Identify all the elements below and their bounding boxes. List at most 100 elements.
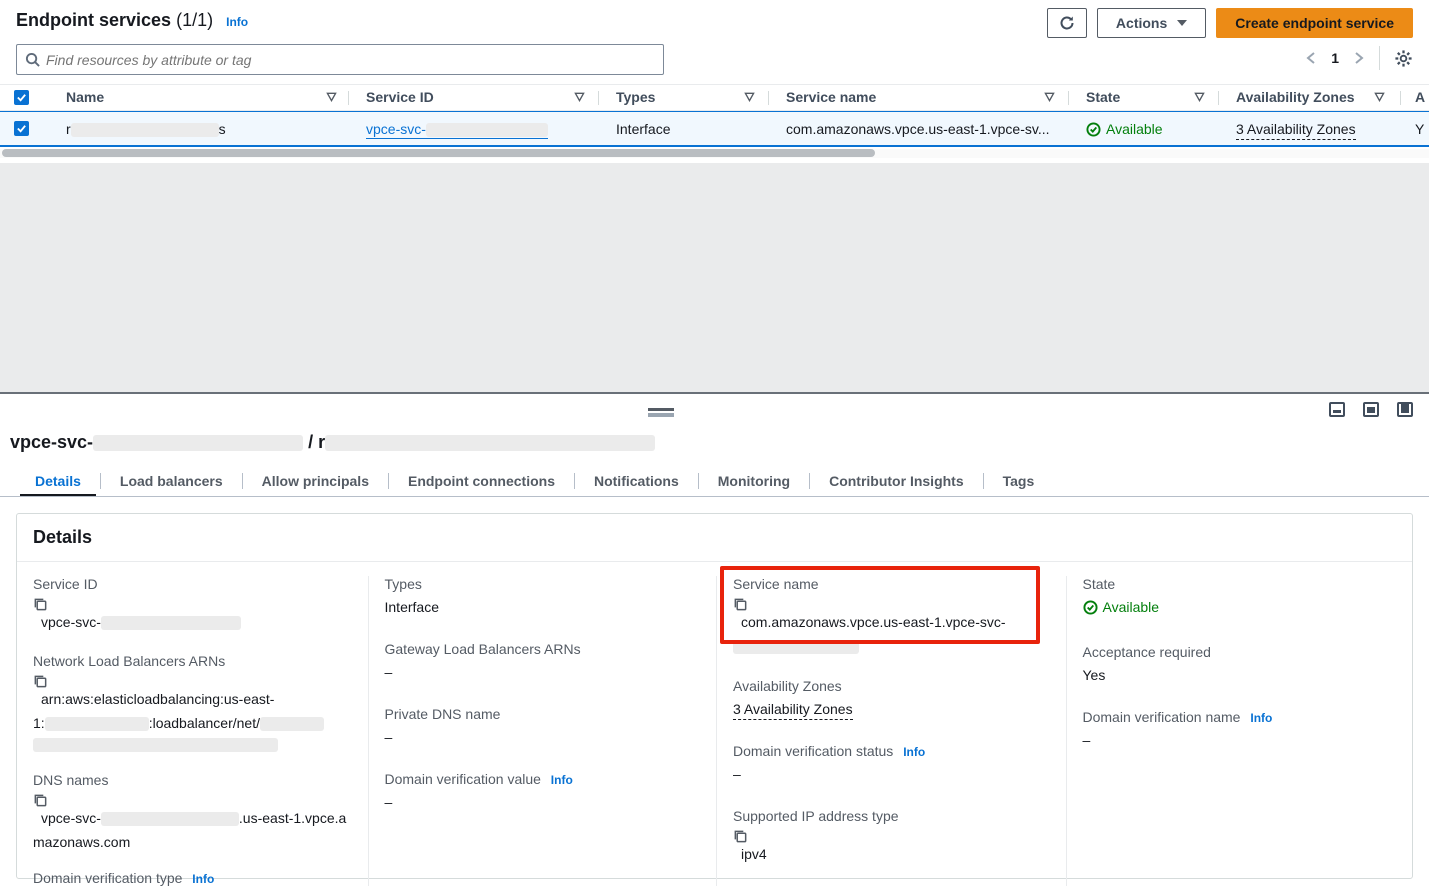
domain-verification-status-value: – [733, 764, 1050, 785]
tab-allow-principals[interactable]: Allow principals [243, 466, 388, 496]
column-header-state[interactable]: State [1086, 89, 1120, 105]
column-header-service-name[interactable]: Service name [786, 89, 876, 105]
availability-zones-popover-link[interactable]: 3 Availability Zones [1236, 121, 1356, 140]
redacted-text [71, 123, 219, 137]
page-title: Endpoint services (1/1) Info [16, 10, 248, 31]
field-domain-verification-value: Domain verification value Info – [385, 771, 701, 813]
service-name-value: com.amazonaws.vpce.us-east-1.vpce-svc- [741, 614, 1006, 630]
tab-tags[interactable]: Tags [984, 466, 1054, 496]
copy-icon[interactable] [733, 597, 1050, 612]
field-label: Gateway Load Balancers ARNs [385, 641, 701, 657]
acceptance-required-value: Yes [1083, 665, 1397, 686]
sort-icon-name[interactable] [326, 92, 337, 102]
domain-verification-name-value: – [1083, 730, 1397, 751]
page-title-info-link[interactable]: Info [226, 15, 248, 29]
info-link[interactable]: Info [551, 773, 573, 787]
field-label: Domain verification value [385, 771, 541, 787]
panel-size-full-icon[interactable] [1397, 402, 1413, 417]
field-label: Supported IP address type [733, 808, 1050, 824]
gateway-lb-arns-value: – [385, 662, 701, 683]
page-title-count: (1/1) [176, 10, 213, 30]
types-value: Interface [385, 597, 701, 618]
field-label: Service ID [33, 576, 352, 592]
service-id-link-text: vpce-svc- [366, 121, 426, 137]
panel-title: vpce-svc- / r [10, 432, 655, 453]
copy-icon[interactable] [33, 793, 352, 808]
select-all-checkbox[interactable] [14, 90, 29, 105]
service-id-link[interactable]: vpce-svc- [366, 121, 548, 139]
field-label: Service name [733, 576, 1050, 592]
actions-button-label: Actions [1116, 15, 1167, 31]
refresh-icon [1059, 15, 1075, 31]
tab-load-balancers[interactable]: Load balancers [101, 466, 242, 496]
nlb-arn-line2-pre: 1: [33, 715, 45, 731]
field-acceptance-required: Acceptance required Yes [1083, 644, 1397, 686]
tab-contributor-insights[interactable]: Contributor Insights [810, 466, 983, 496]
column-header-name[interactable]: Name [66, 89, 104, 105]
service-id-value: vpce-svc- [41, 614, 101, 630]
column-header-types[interactable]: Types [616, 89, 655, 105]
cell-truncated: Y [1415, 121, 1424, 137]
table-settings-gear-icon[interactable] [1394, 49, 1413, 68]
field-domain-verification-type: Domain verification type Info – [33, 870, 352, 886]
tab-details[interactable]: Details [16, 466, 100, 496]
refresh-button[interactable] [1047, 8, 1087, 38]
panel-drag-handle[interactable] [648, 408, 674, 417]
panel-size-small-icon[interactable] [1329, 402, 1345, 417]
redacted-text [325, 435, 655, 451]
copy-icon[interactable] [33, 597, 352, 612]
cell-state: Available [1086, 121, 1163, 140]
tab-endpoint-connections[interactable]: Endpoint connections [389, 466, 574, 496]
page-number[interactable]: 1 [1331, 50, 1339, 66]
panel-size-medium-icon[interactable] [1363, 402, 1379, 417]
field-domain-verification-name: Domain verification name Info – [1083, 709, 1397, 751]
availability-zones-detail-link[interactable]: 3 Availability Zones [733, 701, 853, 720]
table-header-top-border [0, 84, 1429, 85]
domain-verification-value-value: – [385, 792, 701, 813]
tab-notifications[interactable]: Notifications [575, 466, 698, 496]
column-header-service-id[interactable]: Service ID [366, 89, 434, 105]
cell-name-start: r [66, 121, 71, 137]
horizontal-scrollbar-track [0, 149, 1429, 158]
header-actions: Actions Create endpoint service [1047, 8, 1413, 38]
cell-state-text: Available [1106, 121, 1163, 137]
info-link[interactable]: Info [903, 745, 925, 759]
sort-icon-types[interactable] [744, 92, 755, 102]
copy-icon[interactable] [33, 674, 352, 689]
redacted-text [733, 640, 859, 654]
cell-name-end: s [219, 121, 226, 137]
field-state: State Available [1083, 576, 1397, 621]
prev-page-icon[interactable] [1305, 51, 1317, 65]
row-checkbox[interactable] [14, 121, 29, 136]
sort-icon-availability-zones[interactable] [1374, 92, 1385, 102]
private-dns-name-value: – [385, 727, 701, 748]
field-label: Domain verification type [33, 870, 182, 886]
field-availability-zones: Availability Zones 3 Availability Zones [733, 678, 1050, 720]
create-endpoint-service-label: Create endpoint service [1235, 15, 1394, 31]
column-header-truncated[interactable]: A [1415, 89, 1425, 105]
tab-monitoring[interactable]: Monitoring [699, 466, 809, 496]
sort-icon-service-name[interactable] [1044, 92, 1055, 102]
horizontal-scrollbar-thumb[interactable] [2, 149, 875, 157]
field-label: DNS names [33, 772, 352, 788]
info-link[interactable]: Info [192, 872, 214, 886]
cell-service-name: com.amazonaws.vpce.us-east-1.vpce-sv... [786, 121, 1050, 137]
search-box[interactable] [16, 44, 664, 75]
copy-icon[interactable] [733, 829, 1050, 844]
create-endpoint-service-button[interactable]: Create endpoint service [1216, 8, 1413, 38]
sort-icon-service-id[interactable] [574, 92, 585, 102]
caret-down-icon [1177, 20, 1187, 26]
info-link[interactable]: Info [1250, 711, 1272, 725]
field-label: Types [385, 576, 701, 592]
redacted-text [93, 435, 303, 451]
column-header-availability-zones[interactable]: Availability Zones [1236, 89, 1355, 105]
actions-button[interactable]: Actions [1097, 8, 1206, 38]
panel-title-separator: / [308, 432, 313, 452]
search-input[interactable] [46, 52, 655, 68]
sort-icon-state[interactable] [1194, 92, 1205, 102]
column-divider [1400, 91, 1401, 105]
next-page-icon[interactable] [1353, 51, 1365, 65]
redacted-text [101, 812, 239, 826]
detail-tabs: Details Load balancers Allow principals … [16, 466, 1053, 496]
supported-ip-type-value: ipv4 [741, 846, 767, 862]
